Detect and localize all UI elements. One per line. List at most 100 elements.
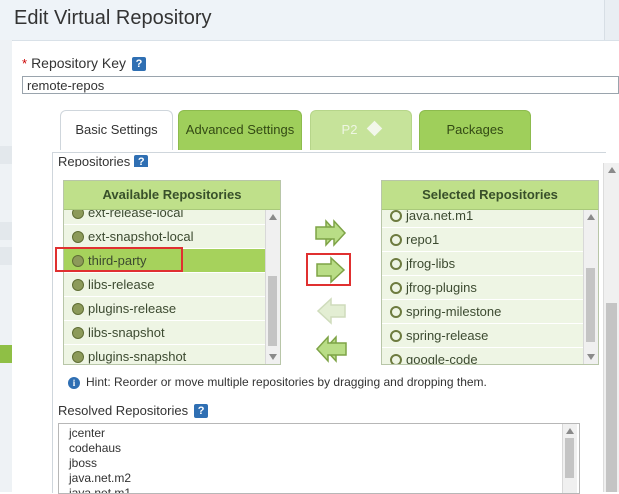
tab-p2[interactable]: P2 — [310, 110, 412, 150]
list-item-label: spring-milestone — [406, 304, 502, 319]
list-item[interactable]: ext-release-local — [64, 210, 265, 225]
list-item[interactable]: libs-snapshot — [64, 321, 265, 345]
dialog-title: Edit Virtual Repository — [14, 7, 212, 29]
list-item[interactable]: libs-release — [64, 273, 265, 297]
list-item-label: ext-snapshot-local — [88, 229, 194, 244]
background-mark — [0, 247, 12, 265]
list-item-label: plugins-release — [88, 301, 177, 316]
list-item[interactable]: java.net.m1 — [382, 210, 583, 228]
tab-label: Packages — [446, 122, 504, 137]
required-mark: * — [22, 56, 28, 71]
repository-key-input[interactable] — [22, 76, 619, 94]
local-repository-icon — [72, 303, 84, 315]
background-mark — [0, 222, 12, 240]
local-repository-icon — [72, 279, 84, 291]
list-item[interactable]: ext-snapshot-local — [64, 225, 265, 249]
repository-key-label: Repository Key — [31, 55, 126, 71]
remote-repository-icon — [390, 258, 402, 270]
move-left-button[interactable] — [312, 296, 350, 326]
selected-list-scrollbar[interactable] — [583, 210, 598, 364]
help-icon[interactable]: ? — [194, 404, 209, 418]
scroll-thumb[interactable] — [565, 438, 574, 478]
list-item[interactable]: spring-milestone — [382, 300, 583, 324]
scroll-thumb[interactable] — [586, 268, 595, 342]
list-item[interactable]: google-code — [382, 348, 583, 364]
available-repositories-viewport: ext-release-local ext-snapshot-local thi… — [64, 210, 265, 364]
scroll-up-icon[interactable] — [566, 428, 574, 434]
list-item: java.net.m1 — [69, 486, 132, 494]
tab-label: Advanced Settings — [185, 122, 295, 137]
double-arrow-left-icon — [315, 335, 347, 363]
local-repository-icon — [72, 351, 84, 363]
list-item[interactable]: repo1 — [382, 228, 583, 252]
list-item[interactable]: jfrog-libs — [382, 252, 583, 276]
list-item: jboss — [69, 456, 98, 470]
selected-repositories-viewport: java.net.m1 repo1 jfrog-libs jfrog-plugi… — [382, 210, 583, 364]
repository-key-label-row: * Repository Key? — [22, 55, 146, 71]
scroll-down-icon[interactable] — [269, 354, 277, 360]
list-item: java.net.m2 — [69, 471, 132, 485]
list-item-label: libs-snapshot — [88, 325, 165, 340]
tab-label: Basic Settings — [75, 122, 158, 137]
move-all-right-button[interactable] — [312, 218, 350, 248]
list-item-label: jfrog-plugins — [406, 280, 477, 295]
list-item-label: libs-release — [88, 277, 155, 292]
list-item-label: plugins-snapshot — [88, 349, 187, 364]
repositories-section-label: Repositories? — [58, 155, 149, 167]
remote-repository-icon — [390, 282, 402, 294]
hint-text: i Hint: Reorder or move multiple reposito… — [68, 375, 487, 389]
list-item-label: google-code — [406, 352, 478, 364]
scroll-down-icon[interactable] — [587, 354, 595, 360]
dialog-titlebar: Edit Virtual Repository — [0, 0, 619, 41]
dialog-scrollbar[interactable] — [603, 163, 619, 492]
arrow-left-icon — [316, 297, 346, 325]
titlebar-edge — [604, 0, 619, 40]
local-repository-icon — [72, 210, 84, 219]
list-item: jcenter — [69, 426, 106, 440]
available-repositories-header: Available Repositories — [64, 181, 280, 210]
local-repository-icon — [72, 327, 84, 339]
available-list-scrollbar[interactable] — [265, 210, 280, 364]
tab-advanced-settings[interactable]: Advanced Settings — [178, 110, 302, 150]
scroll-up-icon[interactable] — [587, 214, 595, 220]
help-icon[interactable]: ? — [132, 57, 146, 71]
list-item: codehaus — [69, 441, 122, 455]
list-item-label: ext-release-local — [88, 210, 184, 220]
puzzle-icon — [367, 120, 383, 137]
list-item-label: spring-release — [406, 328, 489, 343]
scroll-thumb[interactable] — [268, 276, 277, 346]
resolved-list-scrollbar[interactable] — [562, 424, 577, 493]
help-icon[interactable]: ? — [134, 155, 149, 167]
resolved-repositories-list: jcenter codehaus jboss java.net.m2 java.… — [58, 423, 580, 494]
tab-packages[interactable]: Packages — [419, 110, 531, 150]
remote-repository-icon — [390, 234, 402, 246]
list-item[interactable]: plugins-release — [64, 297, 265, 321]
annotation-highlight — [55, 247, 183, 272]
local-repository-icon — [72, 231, 84, 243]
resolved-repositories-label: Resolved Repositories? — [58, 403, 209, 418]
double-arrow-right-icon — [315, 219, 347, 247]
repositories-label-text: Repositories — [58, 155, 131, 167]
remote-repository-icon — [390, 306, 402, 318]
list-item[interactable]: jfrog-plugins — [382, 276, 583, 300]
remote-repository-icon — [390, 330, 402, 342]
selected-repositories-list: Selected Repositories java.net.m1 repo1 … — [381, 180, 599, 365]
remote-repository-icon — [390, 354, 402, 364]
available-repositories-list: Available Repositories ext-release-local… — [63, 180, 281, 365]
tab-basic-settings[interactable]: Basic Settings — [60, 110, 173, 150]
scroll-up-icon[interactable] — [269, 214, 277, 220]
list-item[interactable]: spring-release — [382, 324, 583, 348]
list-item-label: jfrog-libs — [406, 256, 456, 271]
list-item-label: repo1 — [406, 232, 440, 247]
resolved-label-text: Resolved Repositories — [58, 403, 189, 418]
list-item-label: java.net.m1 — [406, 210, 474, 223]
background-mark — [0, 345, 12, 363]
remote-repository-icon — [390, 210, 402, 222]
move-all-left-button[interactable] — [312, 334, 350, 364]
scroll-up-icon[interactable] — [608, 167, 616, 173]
background-mark — [0, 146, 12, 164]
hint-message: Hint: Reorder or move multiple repositor… — [86, 375, 487, 389]
list-item[interactable]: plugins-snapshot — [64, 345, 265, 364]
scroll-thumb[interactable] — [606, 303, 617, 492]
tab-label: P2 — [341, 122, 358, 137]
